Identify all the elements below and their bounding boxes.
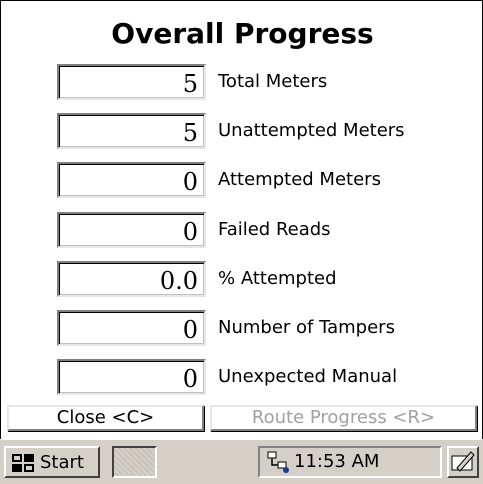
stat-value-box: 5: [57, 64, 206, 100]
network-connection-icon[interactable]: [264, 450, 292, 474]
keyboard-pen-icon: [451, 451, 475, 472]
stat-value: 5: [182, 70, 198, 98]
stat-value: 0: [182, 168, 198, 196]
stat-value-box: 5: [57, 113, 206, 149]
task-slot[interactable]: [112, 446, 157, 478]
close-button[interactable]: Close <C>: [7, 405, 204, 431]
stat-value-box: 0.0: [57, 261, 206, 297]
stat-label: Number of Tampers: [218, 317, 395, 338]
page-title: Overall Progress: [111, 17, 374, 50]
stat-value-box: 0: [57, 212, 206, 248]
stat-value: 5: [182, 119, 198, 147]
windows-flag-icon: [12, 454, 34, 472]
stat-row-failed-reads: 0 Failed Reads: [57, 212, 477, 252]
stat-value-box: 0: [57, 310, 206, 346]
system-tray: 11:53 AM: [258, 446, 442, 478]
stat-row-percent-attempted: 0.0 % Attempted: [57, 261, 477, 301]
clock[interactable]: 11:53 AM: [294, 451, 379, 473]
start-button[interactable]: Start: [4, 446, 100, 478]
stat-row-total-meters: 5 Total Meters: [57, 64, 477, 104]
stat-row-attempted-meters: 0 Attempted Meters: [57, 162, 477, 202]
stat-label: Attempted Meters: [218, 169, 381, 190]
stat-value: 0: [182, 365, 198, 393]
stat-label: Failed Reads: [218, 219, 331, 240]
stat-value-box: 0: [57, 162, 206, 198]
stat-label: Unexpected Manual: [218, 366, 398, 387]
stat-value: 0: [182, 218, 198, 246]
stat-row-unexpected-manual: 0 Unexpected Manual: [57, 359, 477, 399]
stat-value: 0.0: [159, 267, 198, 295]
stat-label: % Attempted: [218, 268, 337, 289]
stat-value: 0: [182, 316, 198, 344]
start-label: Start: [40, 452, 84, 473]
stat-value-box: 0: [57, 359, 206, 395]
stat-row-number-of-tampers: 0 Number of Tampers: [57, 310, 477, 350]
stat-row-unattempted-meters: 5 Unattempted Meters: [57, 113, 477, 153]
input-panel-button[interactable]: [447, 446, 479, 478]
stat-label: Total Meters: [218, 71, 328, 92]
stat-label: Unattempted Meters: [218, 120, 405, 141]
route-progress-button[interactable]: Route Progress <R>: [210, 405, 477, 431]
taskbar: Start 11:53 AM: [0, 439, 483, 484]
